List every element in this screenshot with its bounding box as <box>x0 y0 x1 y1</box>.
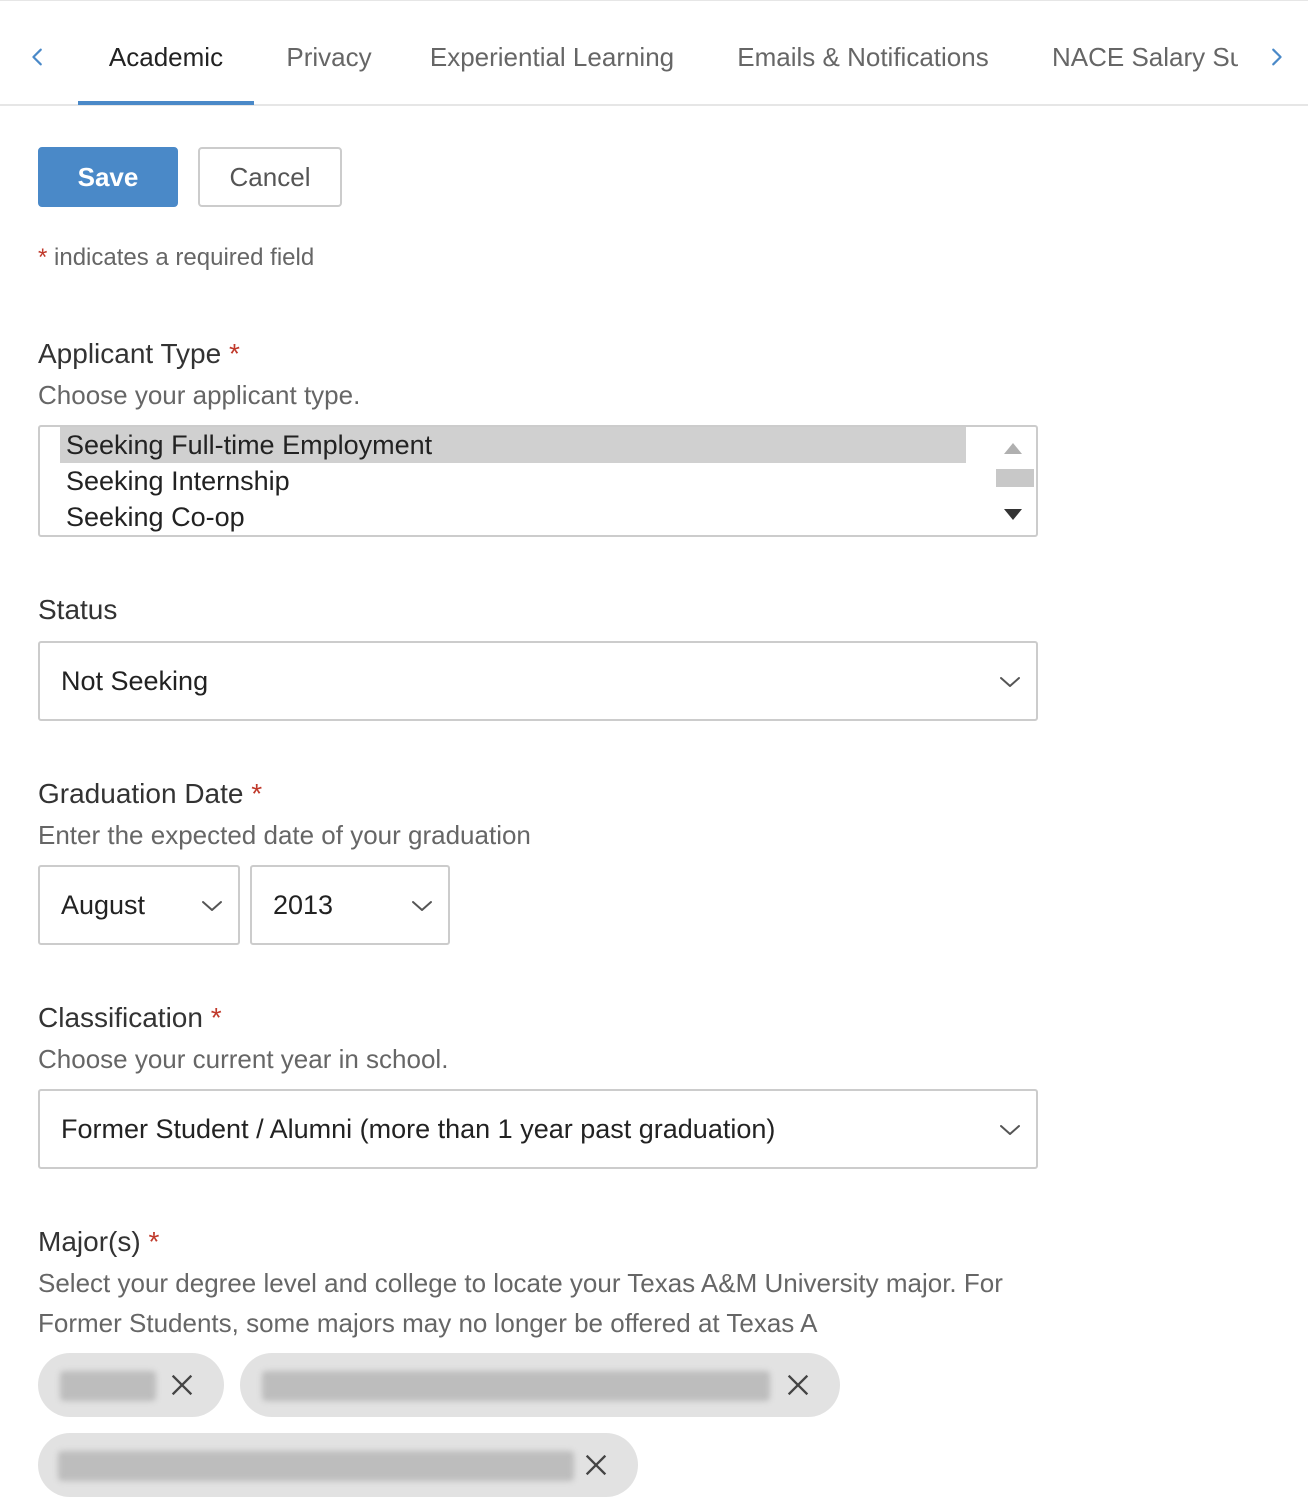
applicant-type-label-text: Applicant Type <box>38 338 222 369</box>
listbox-option-full-time[interactable]: Seeking Full-time Employment <box>60 427 966 463</box>
required-star: * <box>148 1226 160 1257</box>
close-icon[interactable] <box>784 1371 812 1399</box>
scroll-down-arrow-icon[interactable] <box>1004 509 1022 520</box>
listbox-scrollbar[interactable] <box>994 427 1034 535</box>
tab-experiential-learning[interactable]: Experiential Learning <box>424 1 680 105</box>
status-select[interactable]: Not Seeking <box>38 641 1038 721</box>
redacted-text <box>58 1451 574 1481</box>
redacted-text <box>60 1371 156 1401</box>
tab-emails-notifications[interactable]: Emails & Notifications <box>730 1 996 105</box>
majors-help-line-2: Former Students, some majors may no long… <box>38 1308 818 1338</box>
chevron-left-icon <box>32 48 42 66</box>
required-star: * <box>210 1002 222 1033</box>
tab-academic[interactable]: Academic <box>78 1 254 105</box>
graduation-year-select[interactable]: 2013 <box>250 865 450 945</box>
major-chip <box>38 1353 224 1417</box>
classification-label: Classification * <box>38 1002 222 1034</box>
chevron-right-icon <box>1272 48 1282 66</box>
majors-help-line-1: Select your degree level and college to … <box>38 1268 1003 1298</box>
tab-list: Academic Privacy Experiential Learning E… <box>78 1 1238 105</box>
classification-select[interactable]: Former Student / Alumni (more than 1 yea… <box>38 1089 1038 1169</box>
redacted-text <box>262 1371 770 1401</box>
scroll-up-arrow-icon[interactable] <box>1004 443 1022 454</box>
required-field-note: * indicates a required field <box>38 244 314 272</box>
applicant-type-help: Choose your applicant type. <box>38 380 361 410</box>
tab-scroll-right-button[interactable] <box>1256 37 1296 77</box>
required-note-text: indicates a required field <box>54 244 315 271</box>
classification-select-value: Former Student / Alumni (more than 1 yea… <box>61 1114 776 1144</box>
chevron-down-icon <box>202 901 222 911</box>
classification-label-text: Classification <box>38 1002 203 1033</box>
status-select-value: Not Seeking <box>61 666 209 696</box>
tab-privacy[interactable]: Privacy <box>272 1 386 105</box>
applicant-type-label: Applicant Type * <box>38 338 240 370</box>
major-chip <box>38 1433 638 1497</box>
majors-label: Major(s) * <box>38 1226 159 1258</box>
listbox-option-co-op[interactable]: Seeking Co-op <box>60 499 966 535</box>
status-label: Status <box>38 594 118 625</box>
required-star: * <box>251 778 263 809</box>
scroll-thumb[interactable] <box>996 469 1034 487</box>
close-icon[interactable] <box>582 1451 610 1479</box>
graduation-date-help: Enter the expected date of your graduati… <box>38 820 531 850</box>
graduation-month-value: August <box>61 890 146 920</box>
listbox-option-internship[interactable]: Seeking Internship <box>60 463 966 499</box>
close-icon[interactable] <box>168 1371 196 1399</box>
chevron-down-icon <box>1000 1125 1020 1135</box>
major-chip <box>240 1353 840 1417</box>
cancel-button[interactable]: Cancel <box>198 147 342 207</box>
graduation-date-label-text: Graduation Date <box>38 778 244 809</box>
required-star: * <box>38 244 48 271</box>
majors-label-text: Major(s) <box>38 1226 141 1257</box>
graduation-year-value: 2013 <box>273 890 334 920</box>
graduation-date-label: Graduation Date * <box>38 778 262 810</box>
tab-bar: Academic Privacy Experiential Learning E… <box>0 0 1308 106</box>
chevron-down-icon <box>412 901 432 911</box>
chevron-down-icon <box>1000 677 1020 687</box>
applicant-type-listbox[interactable]: Seeking Full-time Employment Seeking Int… <box>38 425 1038 537</box>
save-button[interactable]: Save <box>38 147 178 207</box>
classification-help: Choose your current year in school. <box>38 1044 449 1074</box>
graduation-month-select[interactable]: August <box>38 865 240 945</box>
required-star: * <box>228 338 240 369</box>
tab-scroll-left-button[interactable] <box>18 37 58 77</box>
tab-nace-salary-survey[interactable]: NACE Salary Survey <box>1052 1 1238 105</box>
